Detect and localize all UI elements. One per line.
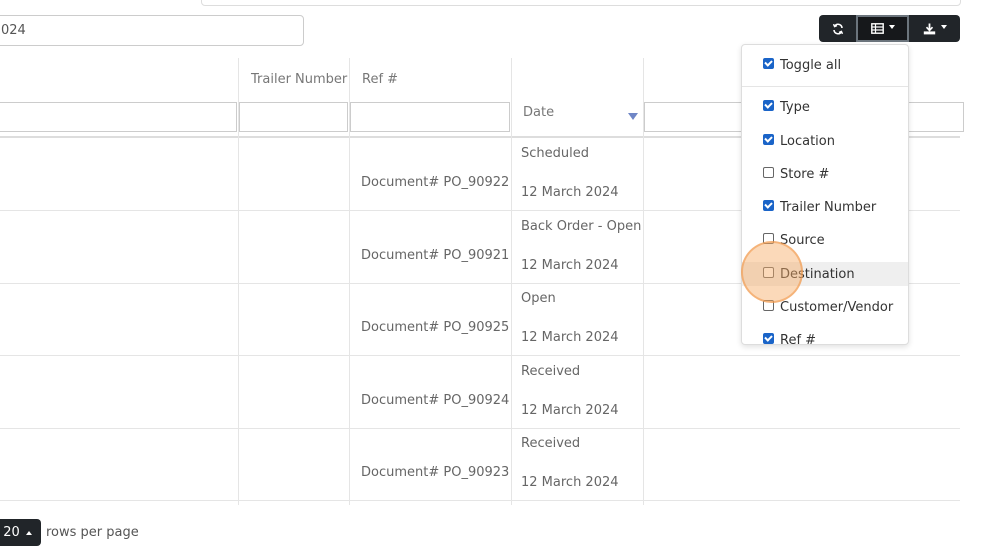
menu-item-type[interactable]: Type: [742, 95, 908, 119]
ref-cell: Document# PO_90923: [361, 465, 510, 480]
chevron-up-icon: [25, 530, 32, 535]
date-cell: 12 March 2024: [521, 258, 619, 273]
date-cell: 12 March 2024: [521, 403, 619, 418]
checkbox-checked[interactable]: [763, 58, 774, 69]
ref-cell: Document# PO_90924: [361, 393, 510, 408]
ref-cell: Document# PO_90922: [361, 175, 510, 190]
menu-item-location[interactable]: Location: [742, 129, 908, 153]
refresh-icon: [832, 23, 843, 34]
checkbox-checked[interactable]: [763, 333, 774, 344]
header-date[interactable]: Date: [523, 105, 554, 120]
table-row[interactable]: Document# PO_90923 Received 12 March 202…: [0, 428, 960, 501]
click-indicator: [741, 241, 803, 303]
pagination: 20 rows per page: [0, 519, 139, 546]
ref-cell: Document# PO_90925: [361, 320, 510, 335]
date-filter-input[interactable]: [0, 15, 304, 46]
status-cell: Scheduled: [521, 146, 589, 161]
header-trailer-number[interactable]: Trailer Number: [251, 72, 347, 87]
columns-icon: [870, 23, 884, 34]
export-dropdown-button[interactable]: [909, 15, 960, 42]
page-size-button[interactable]: 20: [0, 519, 41, 546]
menu-item-label: Type: [780, 99, 810, 115]
table-toolbar: [819, 15, 960, 42]
refresh-button[interactable]: [819, 15, 856, 42]
status-cell: Received: [521, 436, 581, 451]
rows-per-page-label: rows per page: [46, 525, 139, 540]
date-cell: 12 March 2024: [521, 185, 619, 200]
menu-item-label: Customer/Vendor: [780, 299, 894, 315]
checkbox-checked[interactable]: [763, 200, 774, 211]
menu-divider: [742, 86, 908, 87]
menu-item-store[interactable]: Store #: [742, 162, 908, 186]
checkbox-unchecked[interactable]: [763, 167, 774, 178]
chevron-down-icon: [940, 25, 947, 29]
page-size-value: 20: [3, 525, 20, 540]
status-cell: Back Order - Open: [521, 219, 642, 234]
date-cell: 12 March 2024: [521, 330, 619, 345]
download-icon: [923, 23, 935, 34]
checkbox-checked[interactable]: [763, 100, 774, 111]
top-search-input[interactable]: [201, 0, 961, 6]
sort-desc-icon[interactable]: [628, 113, 638, 120]
menu-item-label: Location: [780, 133, 835, 149]
menu-item-label: Trailer Number: [780, 199, 877, 215]
header-ref[interactable]: Ref #: [362, 72, 398, 87]
columns-dropdown-button[interactable]: [856, 15, 909, 42]
menu-item-toggle-all[interactable]: Toggle all: [742, 53, 908, 77]
menu-item-label: Ref #: [780, 332, 817, 345]
chevron-down-icon: [888, 25, 895, 29]
menu-item-ref[interactable]: Ref #: [742, 328, 908, 345]
trailer-number-filter-input[interactable]: [239, 102, 348, 132]
status-cell: Received: [521, 364, 581, 379]
menu-item-label: Store #: [780, 166, 830, 182]
checkbox-checked[interactable]: [763, 134, 774, 145]
date-cell: 12 March 2024: [521, 475, 619, 490]
ref-cell: Document# PO_90921: [361, 248, 510, 263]
table-row[interactable]: Document# PO_90924 Received 12 March 202…: [0, 356, 960, 429]
column-filter-input[interactable]: [0, 102, 237, 132]
menu-item-label: Toggle all: [780, 57, 842, 73]
status-cell: Open: [521, 291, 556, 306]
menu-item-trailer-number[interactable]: Trailer Number: [742, 195, 908, 219]
ref-filter-input[interactable]: [350, 102, 510, 132]
